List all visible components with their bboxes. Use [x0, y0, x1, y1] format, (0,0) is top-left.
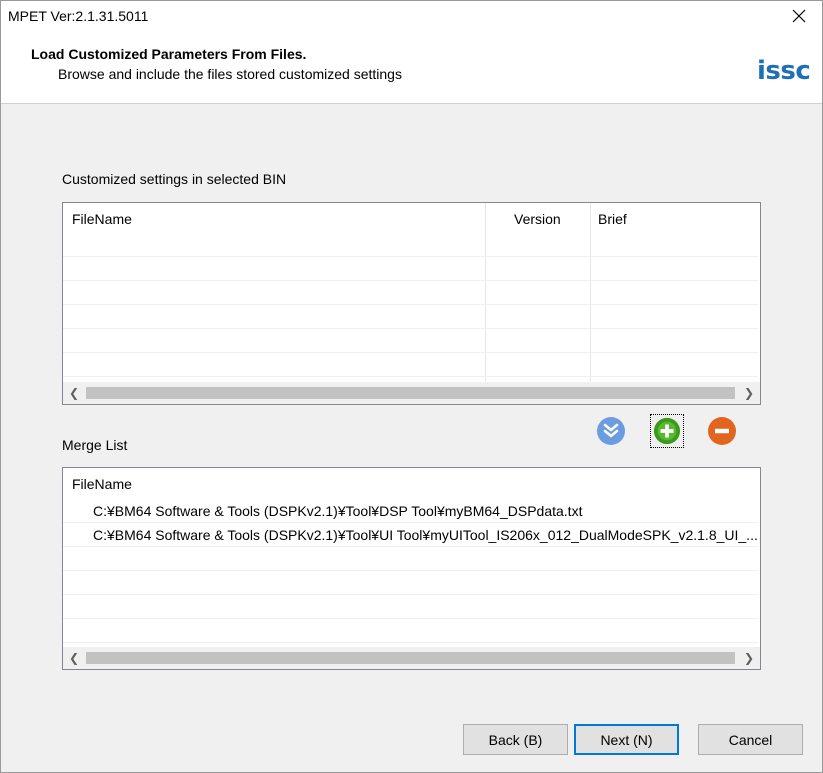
row-gridline — [63, 352, 758, 353]
move-down-button[interactable] — [594, 414, 628, 448]
customized-settings-label: Customized settings in selected BIN — [62, 171, 287, 187]
row-gridline — [63, 256, 758, 257]
row-gridline — [63, 642, 758, 643]
close-button[interactable] — [776, 1, 822, 31]
close-icon — [792, 9, 806, 23]
wizard-header: Load Customized Parameters From Files. B… — [1, 31, 822, 104]
column-divider — [485, 203, 486, 381]
scroll-left-arrow-icon[interactable]: ❮ — [63, 382, 85, 404]
list-header: FileName — [63, 468, 760, 498]
row-gridline — [63, 328, 758, 329]
wizard-window: MPET Ver:2.1.31.5011 Load Customized Par… — [0, 0, 823, 773]
column-header-filename[interactable]: FileName — [72, 211, 132, 227]
scroll-right-arrow-icon[interactable]: ❯ — [738, 382, 760, 404]
cancel-button[interactable]: Cancel — [698, 724, 803, 755]
merge-list[interactable]: FileName C:¥BM64 Software & Tools (DSPKv… — [62, 467, 761, 670]
row-gridline — [63, 546, 758, 547]
title-bar: MPET Ver:2.1.31.5011 — [1, 1, 822, 31]
row-gridline — [63, 594, 758, 595]
page-subtitle: Browse and include the files stored cust… — [58, 66, 402, 82]
scroll-thumb[interactable] — [86, 387, 735, 399]
add-file-button[interactable] — [650, 414, 684, 448]
remove-file-button[interactable] — [705, 414, 739, 448]
scroll-left-arrow-icon[interactable]: ❮ — [63, 647, 85, 669]
issc-logo: issc — [757, 56, 811, 86]
row-gridline — [63, 280, 758, 281]
list-header: FileName Version Brief — [63, 203, 760, 233]
column-divider — [590, 203, 591, 381]
window-title: MPET Ver:2.1.31.5011 — [8, 8, 149, 24]
row-gridline — [63, 304, 758, 305]
horizontal-scrollbar[interactable]: ❮ ❯ — [63, 382, 760, 404]
scroll-right-arrow-icon[interactable]: ❯ — [738, 647, 760, 669]
row-gridline — [63, 570, 758, 571]
back-button[interactable]: Back (B) — [463, 724, 568, 755]
page-title: Load Customized Parameters From Files. — [31, 46, 307, 62]
column-header-brief[interactable]: Brief — [598, 211, 627, 227]
minus-circle-icon — [708, 417, 736, 445]
customized-settings-list[interactable]: FileName Version Brief ❮ ❯ — [62, 202, 761, 405]
double-chevron-down-icon — [597, 417, 625, 445]
scroll-thumb[interactable] — [86, 652, 735, 664]
merge-list-label: Merge List — [62, 437, 128, 453]
row-gridline — [63, 618, 758, 619]
merge-list-item[interactable]: C:¥BM64 Software & Tools (DSPKv2.1)¥Tool… — [93, 527, 758, 543]
next-button[interactable]: Next (N) — [574, 724, 679, 755]
row-gridline — [63, 522, 758, 523]
row-gridline — [63, 376, 758, 377]
column-header-version[interactable]: Version — [514, 211, 561, 227]
merge-list-item[interactable]: C:¥BM64 Software & Tools (DSPKv2.1)¥Tool… — [93, 503, 582, 519]
horizontal-scrollbar[interactable]: ❮ ❯ — [63, 647, 760, 669]
plus-circle-icon — [653, 417, 681, 445]
column-header-filename[interactable]: FileName — [72, 476, 132, 492]
